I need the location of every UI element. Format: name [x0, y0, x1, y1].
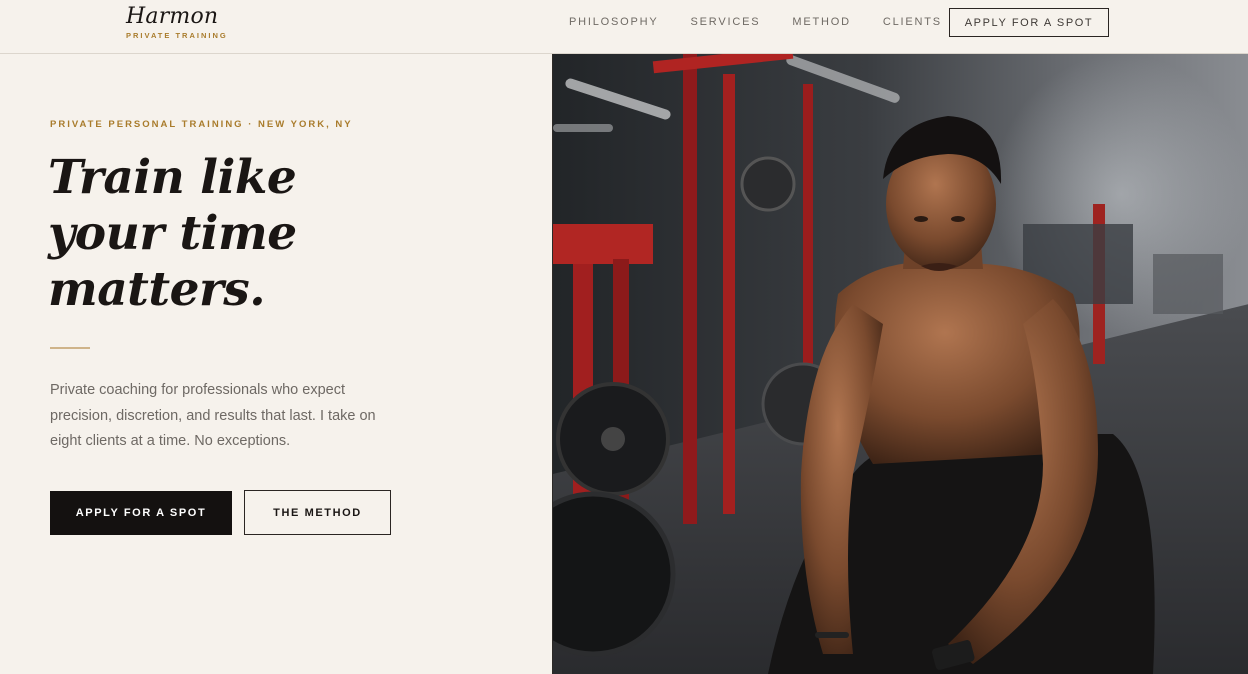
- hero-headline: Train like your time matters.: [48, 150, 508, 318]
- site-header: Harmon PRIVATE TRAINING PHILOSOPHY SERVI…: [0, 0, 1248, 54]
- headline-line-3: matters.: [48, 262, 266, 317]
- method-button[interactable]: THE METHOD: [244, 490, 391, 535]
- headline-line-2: your time: [48, 206, 297, 261]
- hero-eyebrow: PRIVATE PERSONAL TRAINING · NEW YORK, NY: [50, 119, 353, 130]
- nav-item-clients[interactable]: CLIENTS: [883, 16, 942, 28]
- nav-item-method[interactable]: METHOD: [792, 16, 850, 28]
- hero-divider: [50, 347, 90, 349]
- hero-photo: [552, 54, 1248, 674]
- headline-line-1: Train like: [48, 150, 297, 205]
- nav-item-services[interactable]: SERVICES: [691, 16, 761, 28]
- brand-tagline: PRIVATE TRAINING: [126, 31, 228, 40]
- main-nav: PHILOSOPHY SERVICES METHOD CLIENTS: [569, 0, 974, 44]
- gym-athlete-photo-icon: [553, 54, 1248, 674]
- brand-logo[interactable]: Harmon PRIVATE TRAINING: [126, 4, 228, 40]
- hero-intro: Private coaching for professionals who e…: [50, 382, 376, 449]
- apply-button[interactable]: APPLY FOR A SPOT: [50, 491, 232, 535]
- brand-name: Harmon: [126, 4, 219, 29]
- apply-nav-button[interactable]: APPLY FOR A SPOT: [949, 8, 1109, 37]
- nav-item-philosophy[interactable]: PHILOSOPHY: [569, 16, 659, 28]
